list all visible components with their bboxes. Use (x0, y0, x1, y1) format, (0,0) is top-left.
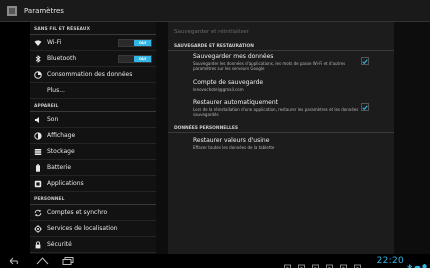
home-button[interactable] (35, 256, 49, 266)
wifi-icon (34, 39, 42, 47)
sidebar-item-label: Applications (47, 180, 84, 187)
settings-sidebar: SANS FIL ET RÉSEAUX Wi-Fi OUI Bluetooth … (30, 22, 156, 254)
sidebar-item-label: Son (47, 116, 59, 123)
factory-reset-title: Restaurer valeurs d'usine (193, 137, 270, 144)
backup-reset-panel: Sauvegarder et réinitialiser SAUVEGARDE … (168, 22, 394, 254)
apps-icon (34, 180, 42, 188)
auto-restore-summary: Lors de la réinstallation d'une applicat… (193, 107, 359, 117)
backup-my-data-checkbox[interactable] (361, 57, 369, 65)
wifi-status-icon (414, 257, 421, 268)
factory-reset-item[interactable]: Restaurer valeurs d'usine Effacer toutes… (168, 133, 394, 155)
action-bar: Paramètres (0, 0, 430, 22)
checkmark-icon (362, 58, 368, 64)
sidebar-item-label: Services de localisation (47, 225, 118, 232)
sidebar-item-display[interactable]: Affichage (30, 128, 156, 144)
back-button[interactable] (8, 256, 22, 266)
app-title: Paramètres (24, 6, 64, 15)
section-header-device: APPAREIL (30, 99, 156, 112)
sidebar-item-storage[interactable]: Stockage (30, 144, 156, 160)
sync-icon (34, 209, 42, 217)
sidebar-item-sound[interactable]: Son (30, 112, 156, 128)
sidebar-item-applications[interactable]: Applications (30, 176, 156, 192)
battery-icon (34, 163, 42, 172)
sidebar-item-label: Stockage (47, 148, 75, 155)
storage-icon (34, 148, 42, 156)
recent-apps-icon (62, 257, 74, 265)
notification-icon[interactable] (298, 257, 305, 268)
checkmark-icon (362, 104, 368, 110)
sidebar-item-wifi[interactable]: Wi-Fi OUI (30, 35, 156, 51)
notification-icon[interactable] (340, 257, 347, 268)
notification-icon[interactable] (354, 257, 361, 268)
section-header-backup-restore: SAUVEGARDE ET RESTAURATION (168, 42, 394, 51)
status-clock[interactable]: 22:20 (377, 254, 404, 268)
sidebar-item-label: Comptes et synchro (47, 209, 108, 216)
sidebar-item-label: Affichage (47, 132, 76, 139)
sidebar-item-security[interactable]: Sécurité (30, 237, 156, 253)
panel-title: Sauvegarder et réinitialiser (174, 29, 249, 35)
auto-restore-item[interactable]: Restaurer automatiquement Lors de la réi… (168, 97, 394, 124)
settings-icon[interactable] (5, 4, 19, 18)
bluetooth-status-icon (406, 257, 413, 268)
backup-account-title: Compte de sauvegarde (193, 79, 264, 86)
section-header-personal-data: DONNÉES PERSONNELLES (168, 124, 394, 133)
notification-icon[interactable] (284, 257, 291, 268)
section-header-wireless: SANS FIL ET RÉSEAUX (30, 22, 156, 35)
wifi-toggle-state: OUI (134, 40, 151, 46)
factory-reset-summary: Effacer toutes les données de la tablett… (193, 145, 275, 150)
bluetooth-toggle[interactable]: OUI (118, 55, 152, 63)
backup-my-data-item[interactable]: Sauvegarder mes données Sauvegarder les … (168, 51, 394, 77)
sidebar-item-more[interactable]: Plus... (30, 83, 156, 99)
backup-account-summary: lenovochotel@gmail.com (193, 87, 244, 92)
lock-icon (34, 240, 42, 249)
sidebar-item-label: Sécurité (47, 241, 72, 248)
sidebar-item-battery[interactable]: Batterie (30, 160, 156, 176)
auto-restore-title: Restaurer automatiquement (193, 99, 278, 106)
notification-icon[interactable] (326, 257, 333, 268)
home-icon (36, 257, 48, 265)
battery-status-icon (422, 257, 427, 268)
display-icon (34, 131, 42, 140)
sidebar-item-label: Plus... (47, 87, 65, 94)
bluetooth-toggle-state: OUI (134, 56, 151, 62)
backup-my-data-title: Sauvegarder mes données (193, 53, 274, 60)
volume-icon (34, 116, 42, 124)
data-usage-icon (34, 70, 42, 79)
recent-apps-button[interactable] (61, 256, 75, 266)
notification-icon[interactable] (312, 257, 319, 268)
sidebar-item-label: Consommation des données (47, 71, 133, 78)
sidebar-item-bluetooth[interactable]: Bluetooth OUI (30, 51, 156, 67)
sidebar-item-accounts-sync[interactable]: Comptes et synchro (30, 205, 156, 221)
bluetooth-icon (34, 54, 42, 63)
backup-my-data-summary: Sauvegarder les données d'applications, … (193, 61, 346, 71)
section-header-personal: PERSONNEL (30, 192, 156, 205)
wifi-toggle[interactable]: OUI (118, 39, 152, 47)
sidebar-item-location[interactable]: Services de localisation (30, 221, 156, 237)
sidebar-item-label: Batterie (47, 164, 72, 171)
system-navigation-bar: 22:20 (0, 254, 430, 268)
auto-restore-checkbox[interactable] (361, 103, 369, 111)
back-icon (9, 257, 18, 265)
sidebar-item-data-usage[interactable]: Consommation des données (30, 67, 156, 83)
location-icon (34, 224, 42, 233)
backup-account-item[interactable]: Compte de sauvegarde lenovochotel@gmail.… (168, 77, 394, 97)
